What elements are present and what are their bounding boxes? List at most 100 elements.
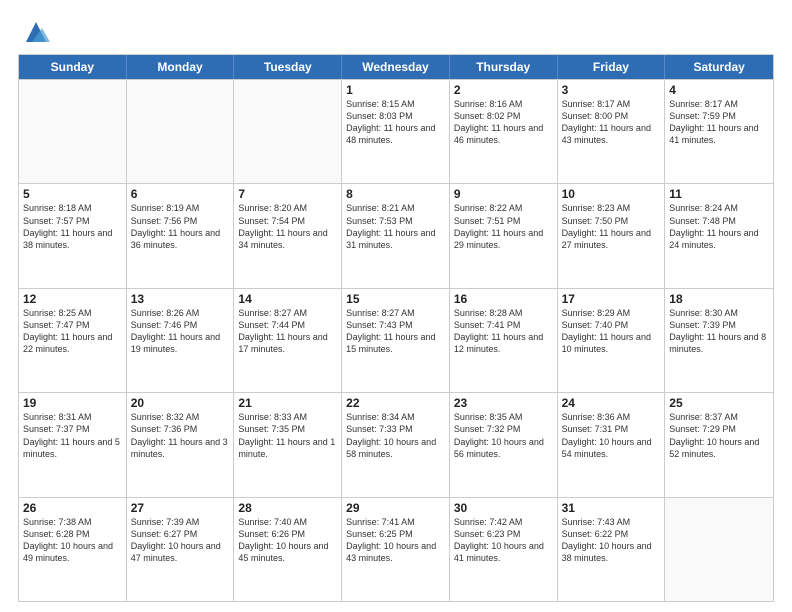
header — [18, 18, 774, 46]
cell-info: Sunrise: 8:28 AM Sunset: 7:41 PM Dayligh… — [454, 307, 553, 356]
cal-header-wednesday: Wednesday — [342, 55, 450, 79]
cal-header-thursday: Thursday — [450, 55, 558, 79]
cal-cell: 24Sunrise: 8:36 AM Sunset: 7:31 PM Dayli… — [558, 393, 666, 496]
cal-row-2: 12Sunrise: 8:25 AM Sunset: 7:47 PM Dayli… — [19, 288, 773, 392]
day-number: 1 — [346, 83, 445, 97]
day-number: 23 — [454, 396, 553, 410]
cell-info: Sunrise: 8:20 AM Sunset: 7:54 PM Dayligh… — [238, 202, 337, 251]
cal-cell: 14Sunrise: 8:27 AM Sunset: 7:44 PM Dayli… — [234, 289, 342, 392]
cell-info: Sunrise: 8:33 AM Sunset: 7:35 PM Dayligh… — [238, 411, 337, 460]
day-number: 21 — [238, 396, 337, 410]
cal-row-3: 19Sunrise: 8:31 AM Sunset: 7:37 PM Dayli… — [19, 392, 773, 496]
cell-info: Sunrise: 8:26 AM Sunset: 7:46 PM Dayligh… — [131, 307, 230, 356]
cal-cell: 12Sunrise: 8:25 AM Sunset: 7:47 PM Dayli… — [19, 289, 127, 392]
cal-cell: 11Sunrise: 8:24 AM Sunset: 7:48 PM Dayli… — [665, 184, 773, 287]
cal-cell: 20Sunrise: 8:32 AM Sunset: 7:36 PM Dayli… — [127, 393, 235, 496]
cal-cell: 30Sunrise: 7:42 AM Sunset: 6:23 PM Dayli… — [450, 498, 558, 601]
day-number: 12 — [23, 292, 122, 306]
cal-row-4: 26Sunrise: 7:38 AM Sunset: 6:28 PM Dayli… — [19, 497, 773, 601]
cell-info: Sunrise: 8:30 AM Sunset: 7:39 PM Dayligh… — [669, 307, 769, 356]
cell-info: Sunrise: 7:41 AM Sunset: 6:25 PM Dayligh… — [346, 516, 445, 565]
day-number: 31 — [562, 501, 661, 515]
cal-cell: 21Sunrise: 8:33 AM Sunset: 7:35 PM Dayli… — [234, 393, 342, 496]
cell-info: Sunrise: 8:25 AM Sunset: 7:47 PM Dayligh… — [23, 307, 122, 356]
day-number: 8 — [346, 187, 445, 201]
cal-cell: 23Sunrise: 8:35 AM Sunset: 7:32 PM Dayli… — [450, 393, 558, 496]
cell-info: Sunrise: 7:40 AM Sunset: 6:26 PM Dayligh… — [238, 516, 337, 565]
day-number: 2 — [454, 83, 553, 97]
cal-cell — [665, 498, 773, 601]
cell-info: Sunrise: 8:22 AM Sunset: 7:51 PM Dayligh… — [454, 202, 553, 251]
cal-header-saturday: Saturday — [665, 55, 773, 79]
cell-info: Sunrise: 8:15 AM Sunset: 8:03 PM Dayligh… — [346, 98, 445, 147]
cal-cell: 27Sunrise: 7:39 AM Sunset: 6:27 PM Dayli… — [127, 498, 235, 601]
cell-info: Sunrise: 8:36 AM Sunset: 7:31 PM Dayligh… — [562, 411, 661, 460]
cal-cell: 22Sunrise: 8:34 AM Sunset: 7:33 PM Dayli… — [342, 393, 450, 496]
day-number: 22 — [346, 396, 445, 410]
cal-cell: 7Sunrise: 8:20 AM Sunset: 7:54 PM Daylig… — [234, 184, 342, 287]
cell-info: Sunrise: 8:21 AM Sunset: 7:53 PM Dayligh… — [346, 202, 445, 251]
calendar: SundayMondayTuesdayWednesdayThursdayFrid… — [18, 54, 774, 602]
cell-info: Sunrise: 8:27 AM Sunset: 7:43 PM Dayligh… — [346, 307, 445, 356]
cal-cell: 17Sunrise: 8:29 AM Sunset: 7:40 PM Dayli… — [558, 289, 666, 392]
cal-header-sunday: Sunday — [19, 55, 127, 79]
cell-info: Sunrise: 7:42 AM Sunset: 6:23 PM Dayligh… — [454, 516, 553, 565]
cal-cell: 4Sunrise: 8:17 AM Sunset: 7:59 PM Daylig… — [665, 80, 773, 183]
day-number: 17 — [562, 292, 661, 306]
logo — [18, 22, 50, 46]
day-number: 27 — [131, 501, 230, 515]
cal-cell: 10Sunrise: 8:23 AM Sunset: 7:50 PM Dayli… — [558, 184, 666, 287]
day-number: 14 — [238, 292, 337, 306]
cal-cell: 5Sunrise: 8:18 AM Sunset: 7:57 PM Daylig… — [19, 184, 127, 287]
cell-info: Sunrise: 8:27 AM Sunset: 7:44 PM Dayligh… — [238, 307, 337, 356]
day-number: 18 — [669, 292, 769, 306]
cal-cell: 3Sunrise: 8:17 AM Sunset: 8:00 PM Daylig… — [558, 80, 666, 183]
cell-info: Sunrise: 8:18 AM Sunset: 7:57 PM Dayligh… — [23, 202, 122, 251]
cal-cell: 9Sunrise: 8:22 AM Sunset: 7:51 PM Daylig… — [450, 184, 558, 287]
cal-cell: 1Sunrise: 8:15 AM Sunset: 8:03 PM Daylig… — [342, 80, 450, 183]
day-number: 30 — [454, 501, 553, 515]
cell-info: Sunrise: 8:23 AM Sunset: 7:50 PM Dayligh… — [562, 202, 661, 251]
day-number: 10 — [562, 187, 661, 201]
cal-cell — [19, 80, 127, 183]
cal-cell: 28Sunrise: 7:40 AM Sunset: 6:26 PM Dayli… — [234, 498, 342, 601]
day-number: 20 — [131, 396, 230, 410]
cal-cell: 26Sunrise: 7:38 AM Sunset: 6:28 PM Dayli… — [19, 498, 127, 601]
day-number: 24 — [562, 396, 661, 410]
cell-info: Sunrise: 8:37 AM Sunset: 7:29 PM Dayligh… — [669, 411, 769, 460]
day-number: 28 — [238, 501, 337, 515]
cal-cell: 2Sunrise: 8:16 AM Sunset: 8:02 PM Daylig… — [450, 80, 558, 183]
day-number: 15 — [346, 292, 445, 306]
cal-cell: 15Sunrise: 8:27 AM Sunset: 7:43 PM Dayli… — [342, 289, 450, 392]
day-number: 26 — [23, 501, 122, 515]
cal-header-tuesday: Tuesday — [234, 55, 342, 79]
cell-info: Sunrise: 7:43 AM Sunset: 6:22 PM Dayligh… — [562, 516, 661, 565]
cell-info: Sunrise: 8:32 AM Sunset: 7:36 PM Dayligh… — [131, 411, 230, 460]
day-number: 9 — [454, 187, 553, 201]
cal-cell: 8Sunrise: 8:21 AM Sunset: 7:53 PM Daylig… — [342, 184, 450, 287]
cal-cell: 29Sunrise: 7:41 AM Sunset: 6:25 PM Dayli… — [342, 498, 450, 601]
day-number: 19 — [23, 396, 122, 410]
day-number: 25 — [669, 396, 769, 410]
cell-info: Sunrise: 8:29 AM Sunset: 7:40 PM Dayligh… — [562, 307, 661, 356]
day-number: 13 — [131, 292, 230, 306]
cal-row-0: 1Sunrise: 8:15 AM Sunset: 8:03 PM Daylig… — [19, 79, 773, 183]
cell-info: Sunrise: 8:35 AM Sunset: 7:32 PM Dayligh… — [454, 411, 553, 460]
cal-cell: 19Sunrise: 8:31 AM Sunset: 7:37 PM Dayli… — [19, 393, 127, 496]
cal-cell: 13Sunrise: 8:26 AM Sunset: 7:46 PM Dayli… — [127, 289, 235, 392]
cell-info: Sunrise: 8:34 AM Sunset: 7:33 PM Dayligh… — [346, 411, 445, 460]
day-number: 29 — [346, 501, 445, 515]
day-number: 7 — [238, 187, 337, 201]
cell-info: Sunrise: 8:19 AM Sunset: 7:56 PM Dayligh… — [131, 202, 230, 251]
cal-cell: 25Sunrise: 8:37 AM Sunset: 7:29 PM Dayli… — [665, 393, 773, 496]
day-number: 16 — [454, 292, 553, 306]
logo-icon — [22, 18, 50, 46]
cal-row-1: 5Sunrise: 8:18 AM Sunset: 7:57 PM Daylig… — [19, 183, 773, 287]
cal-header-monday: Monday — [127, 55, 235, 79]
cal-cell: 6Sunrise: 8:19 AM Sunset: 7:56 PM Daylig… — [127, 184, 235, 287]
calendar-body: 1Sunrise: 8:15 AM Sunset: 8:03 PM Daylig… — [19, 79, 773, 601]
cal-cell — [127, 80, 235, 183]
cal-cell: 31Sunrise: 7:43 AM Sunset: 6:22 PM Dayli… — [558, 498, 666, 601]
day-number: 6 — [131, 187, 230, 201]
cal-cell: 16Sunrise: 8:28 AM Sunset: 7:41 PM Dayli… — [450, 289, 558, 392]
